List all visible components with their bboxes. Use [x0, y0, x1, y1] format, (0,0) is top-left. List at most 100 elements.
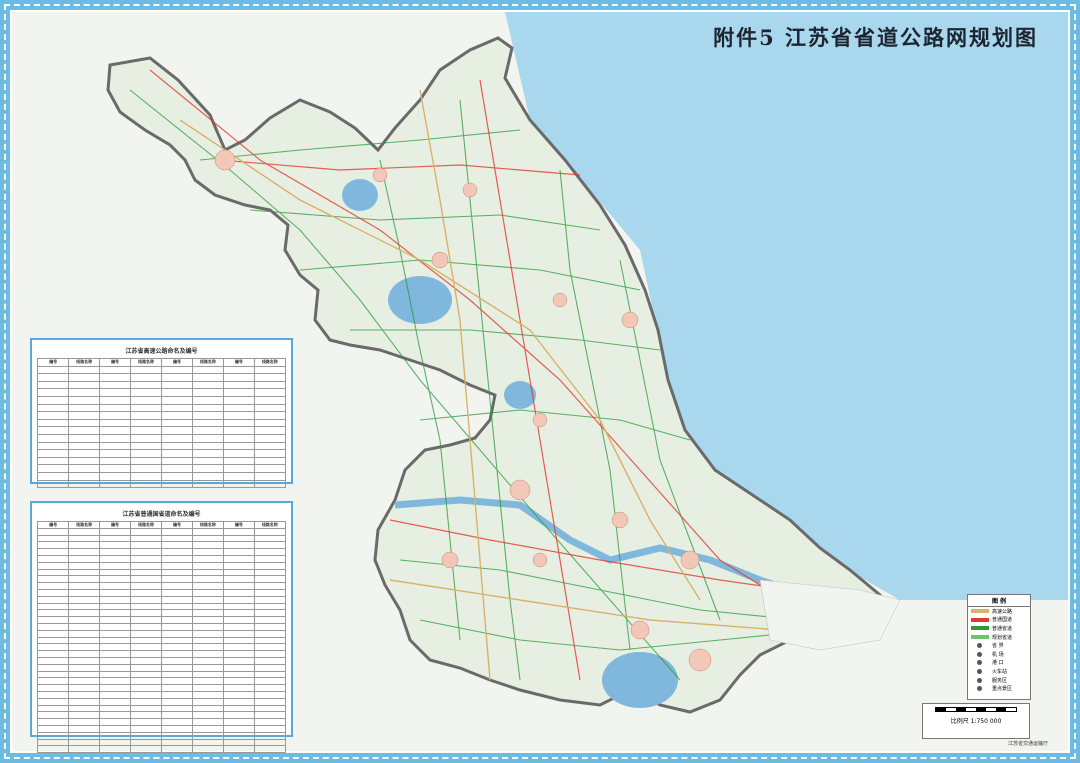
table-cell [130, 711, 162, 720]
table-row [37, 575, 286, 584]
table-cell [253, 650, 286, 658]
table-cell [191, 411, 224, 420]
table-cell [130, 609, 162, 618]
table-cell [222, 738, 255, 747]
table-cell [160, 670, 193, 679]
table-cell [253, 464, 286, 473]
table-cell [99, 629, 132, 638]
table-cell [130, 724, 162, 733]
table-cell [222, 433, 255, 443]
table-cell [160, 561, 193, 570]
table-cell [68, 609, 101, 618]
table-cell [160, 609, 193, 618]
table-cell [37, 365, 70, 375]
table-cell [99, 582, 132, 590]
legend-symbol [971, 626, 989, 631]
table-row [37, 697, 286, 706]
table-cell [99, 380, 132, 390]
table-cell [68, 403, 101, 413]
table-cell [68, 690, 101, 699]
table-cell [130, 418, 162, 428]
table-cell [191, 738, 224, 747]
table-cell [130, 731, 162, 740]
table-cell [222, 388, 255, 397]
table-cell [160, 588, 193, 597]
table-cell [160, 548, 193, 556]
table-cell [191, 697, 224, 706]
table-cell [99, 602, 132, 611]
table-cell [222, 622, 255, 631]
table-cell [68, 622, 101, 631]
table-cell [130, 373, 162, 382]
table-cell [191, 479, 224, 489]
table-cell [222, 718, 255, 726]
col-header: 线路名称 [253, 358, 286, 367]
table-cell [191, 373, 224, 382]
table-cell [222, 568, 255, 577]
table-cell [191, 643, 224, 652]
table-cell [68, 388, 101, 397]
table-cell [222, 650, 255, 658]
table-cell [130, 471, 162, 481]
table-cell [37, 690, 70, 699]
table-cell [253, 711, 286, 720]
table-cell [99, 609, 132, 618]
table-cell [37, 663, 70, 672]
table-cell [37, 582, 70, 590]
table-cell [130, 670, 162, 679]
table-row [37, 622, 286, 631]
table-cell [99, 527, 132, 536]
legend-label: 普通国道 [992, 617, 1013, 624]
table-cell [130, 464, 162, 473]
table-cell [130, 403, 162, 413]
legend-label: 省 界 [992, 643, 1004, 650]
table-cell [253, 527, 286, 536]
table-cell [37, 568, 70, 577]
table-cell [191, 650, 224, 658]
table-cell [160, 616, 193, 624]
table-cell [68, 595, 101, 604]
table-cell [99, 388, 132, 397]
table-cell [222, 561, 255, 570]
table-cell [160, 456, 193, 466]
table-cell [130, 636, 162, 645]
table-cell [37, 527, 70, 536]
legend-item: 服务区 [968, 676, 1030, 685]
table-cell [191, 677, 224, 686]
legend-item: 火车站 [968, 667, 1030, 676]
table-cell [160, 677, 193, 686]
table-cell [130, 602, 162, 611]
table-cell [68, 568, 101, 577]
legend-symbol [971, 635, 989, 640]
table-cell [160, 527, 193, 536]
table-cell [253, 670, 286, 679]
table-row [37, 724, 286, 733]
table-cell [68, 373, 101, 382]
table-cell [222, 724, 255, 733]
table-cell [160, 697, 193, 706]
table-cell [253, 373, 286, 382]
table-cell [191, 711, 224, 720]
table-cell [191, 616, 224, 624]
table-cell [130, 548, 162, 556]
legend-label: 高速公路 [992, 608, 1013, 615]
table-cell [191, 403, 224, 413]
table-cell [130, 449, 162, 458]
table-cell [191, 595, 224, 604]
legend-label: 港 口 [992, 660, 1004, 667]
scale-box: 比例尺 1:750 000 [922, 703, 1030, 739]
table-cell [160, 650, 193, 658]
table-cell [222, 365, 255, 375]
table-cell [130, 380, 162, 390]
table-cell [191, 534, 224, 543]
table-cell [160, 426, 193, 435]
table-cell [160, 433, 193, 443]
table-cell [191, 548, 224, 556]
table-cell [222, 403, 255, 413]
table-cell [99, 704, 132, 713]
table-cell [253, 418, 286, 428]
table-cell [68, 711, 101, 720]
table-cell [160, 418, 193, 428]
table-cell [253, 534, 286, 543]
col-header: 线路名称 [68, 358, 101, 367]
